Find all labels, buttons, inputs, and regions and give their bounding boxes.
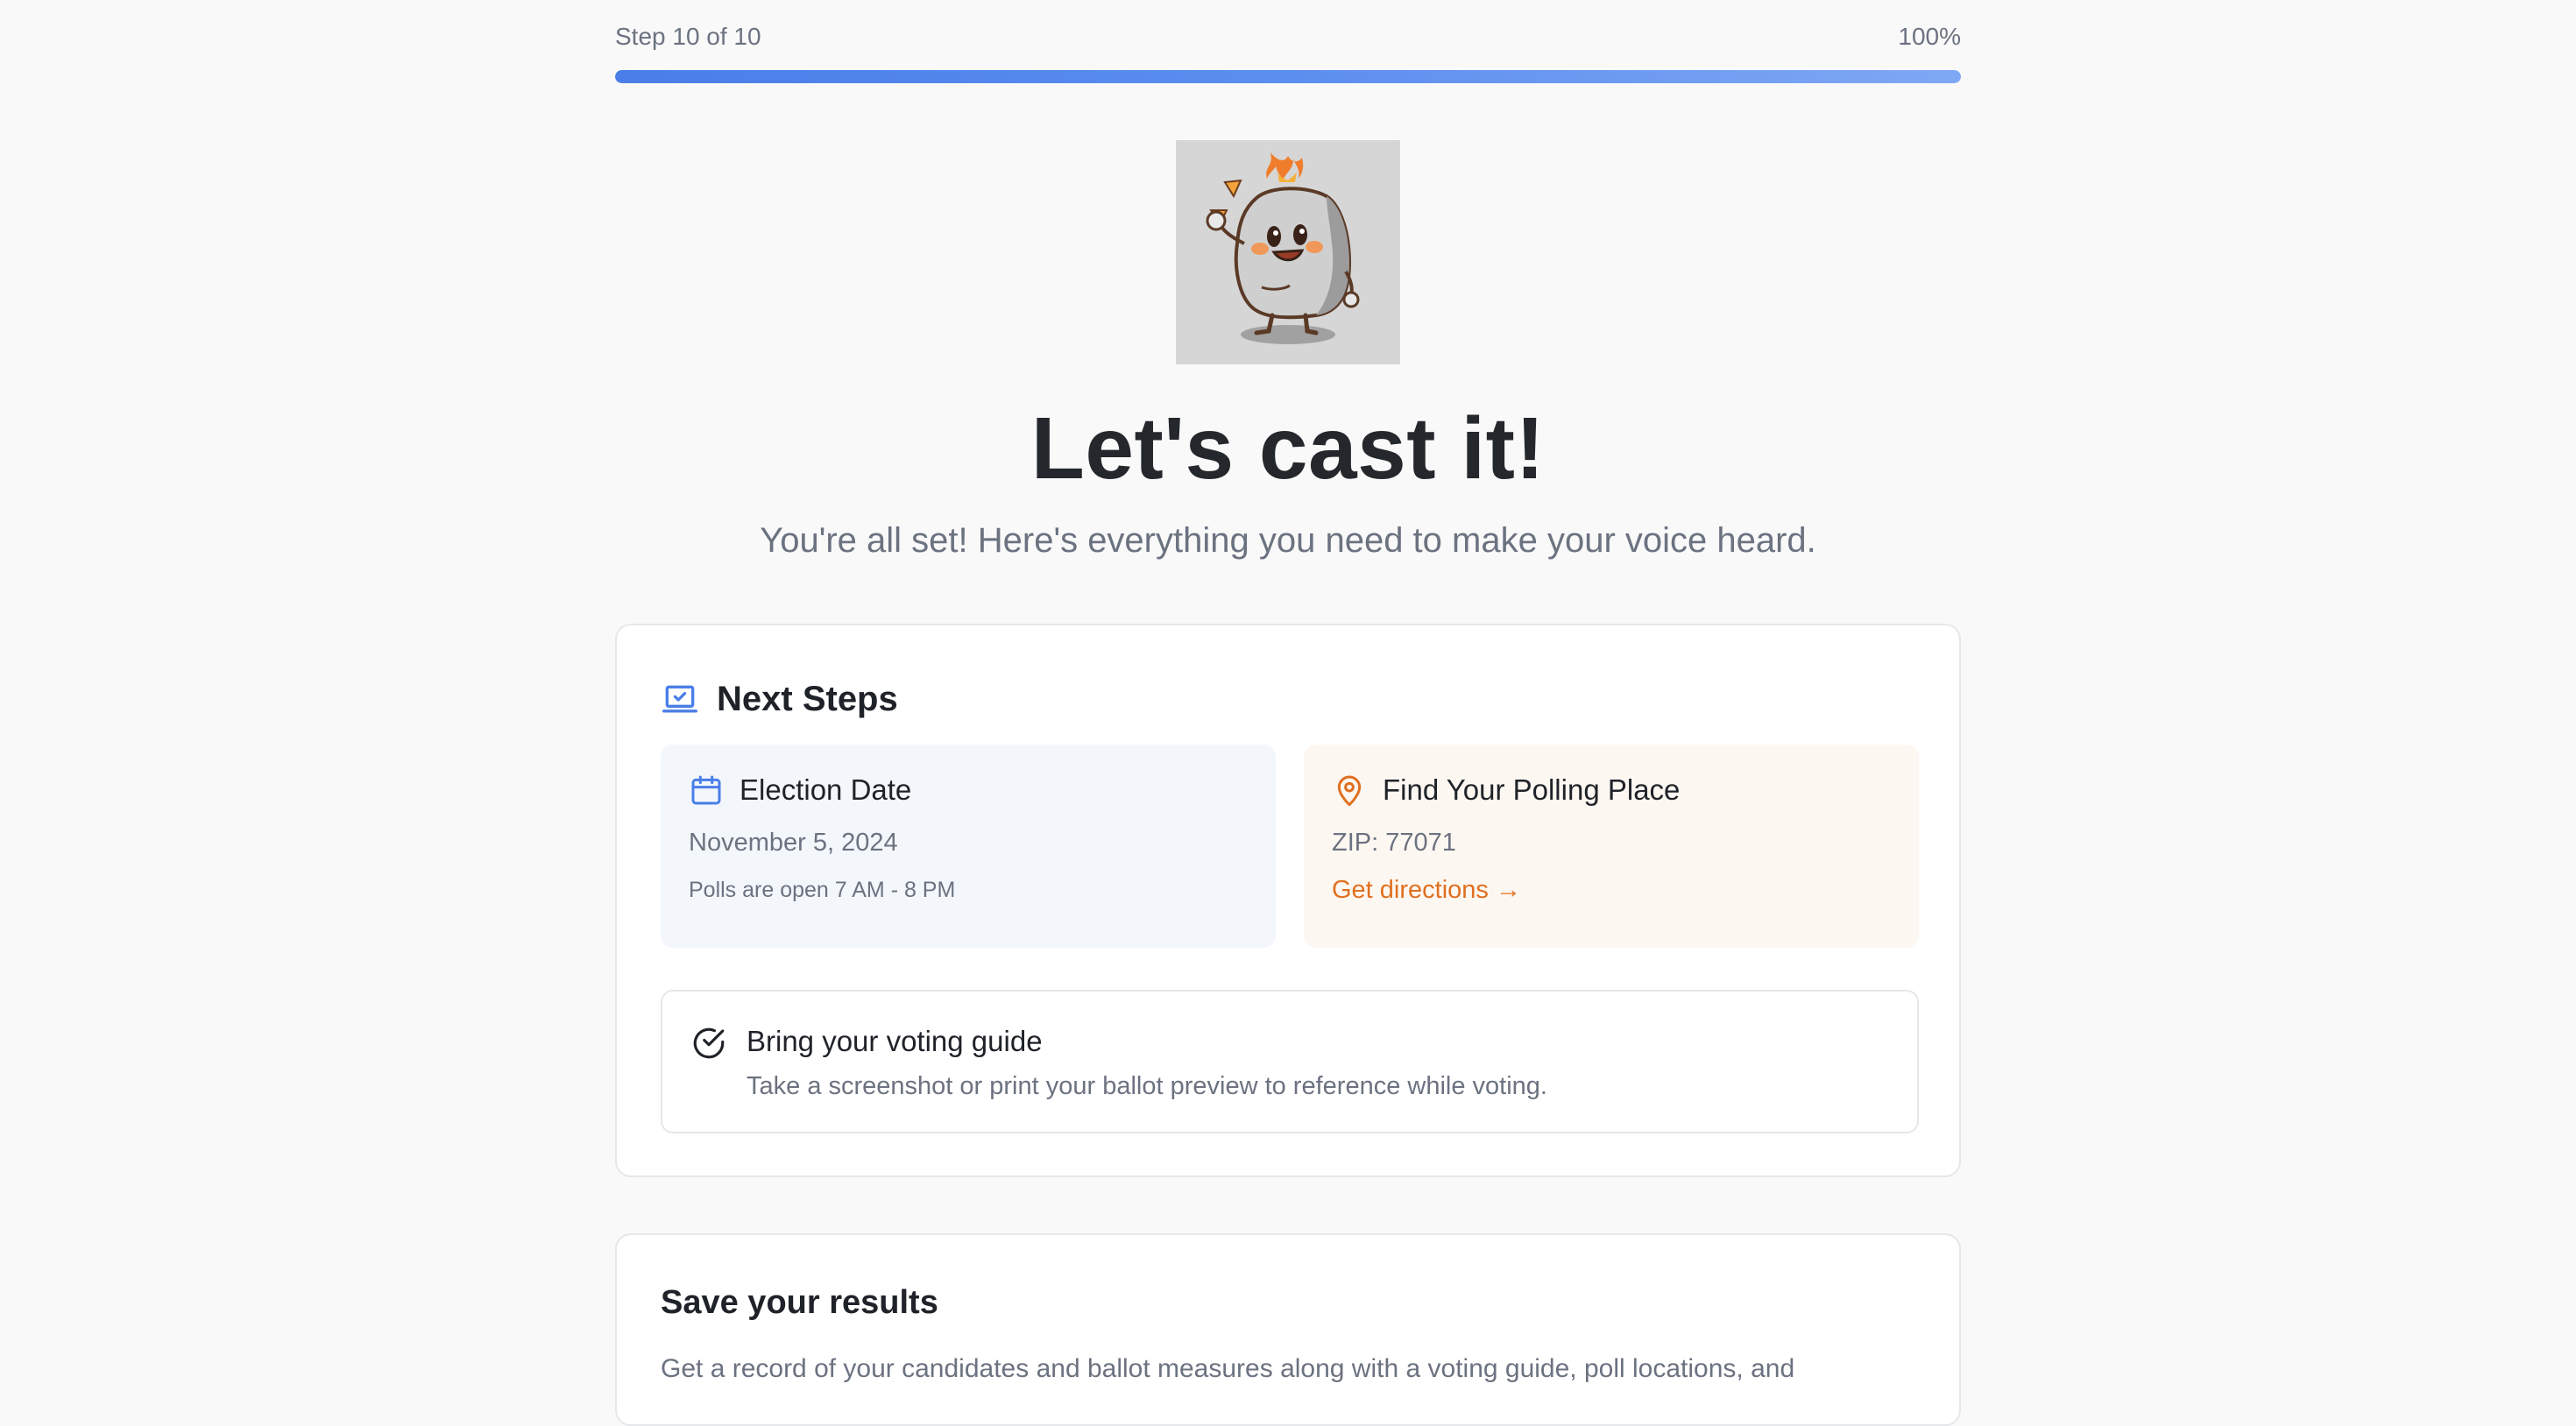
map-pin-icon [1332, 773, 1367, 808]
page-title: Let's cast it! [1030, 399, 1546, 498]
progress-step-label: Step 10 of 10 [615, 23, 761, 50]
check-circle-icon [690, 1025, 727, 1062]
next-steps-header: Next Steps [661, 680, 898, 719]
page-container: Step 10 of 10 100% Let's cast it! You're… [615, 0, 1961, 1426]
election-date-title: Election Date [740, 773, 912, 806]
polling-place-title: Find Your Polling Place [1383, 773, 1681, 806]
calendar-icon [689, 773, 724, 808]
save-results-description: Get a record of your candidates and ball… [661, 1354, 1795, 1383]
laptop-check-icon [661, 681, 699, 719]
polling-place-tile: Find Your Polling Place ZIP: 77071 Get d… [1304, 745, 1919, 948]
save-results-title: Save your results [661, 1284, 938, 1321]
election-date-tile: Election Date November 5, 2024 Polls are… [661, 745, 1276, 948]
voting-guide-tip: Bring your voting guide Take a screensho… [661, 990, 1919, 1133]
election-date-value: November 5, 2024 [689, 829, 898, 857]
next-steps-card: Next Steps Election Date November 5, 202… [615, 624, 1961, 1177]
get-directions-link[interactable]: Get directions → [1332, 876, 1521, 905]
voting-guide-title: Bring your voting guide [747, 1025, 1043, 1057]
progress-bar-fill [615, 70, 1961, 83]
progress-header: Step 10 of 10 100% [615, 23, 1961, 58]
polling-zip: ZIP: 77071 [1332, 829, 1456, 857]
progress-bar [615, 70, 1961, 83]
next-steps-title: Next Steps [717, 680, 898, 718]
voting-guide-description: Take a screenshot or print your ballot p… [747, 1072, 1547, 1100]
progress-percent-label: 100% [1898, 23, 1961, 50]
rock-mascot-icon [1176, 140, 1400, 364]
save-results-card: Save your results Get a record of your c… [615, 1233, 1961, 1426]
page-subtitle: You're all set! Here's everything you ne… [760, 521, 1816, 560]
polls-hours: Polls are open 7 AM - 8 PM [689, 878, 956, 902]
